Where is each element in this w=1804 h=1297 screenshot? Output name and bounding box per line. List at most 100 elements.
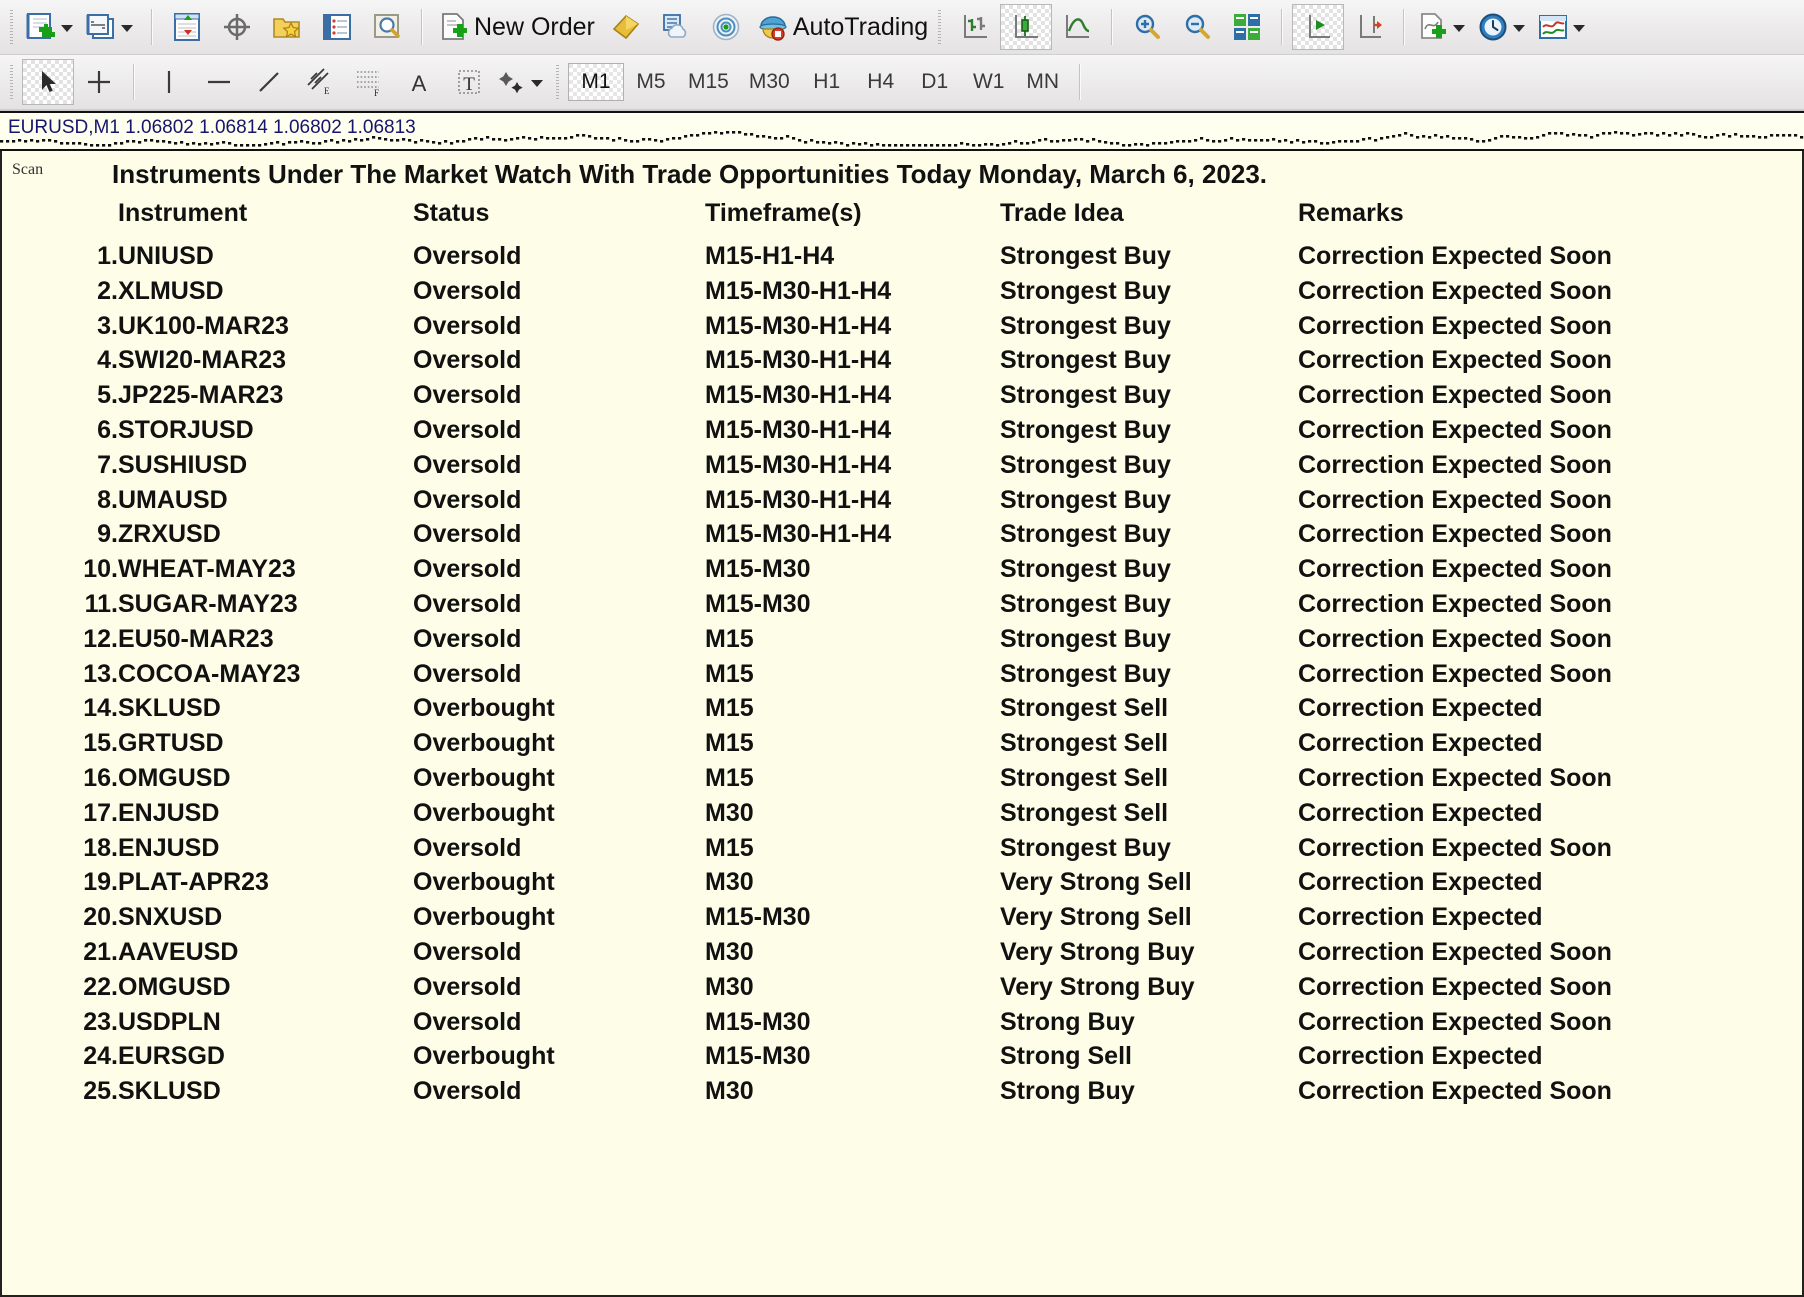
new-chart-button[interactable] [22,5,82,49]
periods-button[interactable] [1474,5,1534,49]
table-row[interactable]: 9. ZRXUSD Oversold M15-M30-H1-H4 Strongest B… [62,517,1758,552]
table-row[interactable]: 1. UNIUSD Oversold M15-H1-H4 Strongest Buy Co… [62,239,1758,274]
opportunities-table: Instrument Status Timeframe(s) Trade Ide… [62,199,1758,1109]
timeframe-m1[interactable]: M1 [568,63,624,101]
autotrading-button[interactable]: AutoTrading [751,5,934,49]
table-row[interactable]: 13. COCOA-MAY23 Oversold M15 Strongest Buy Co… [62,657,1758,692]
timeframe-w1[interactable]: W1 [962,64,1016,100]
chevron-down-icon[interactable] [61,25,73,32]
chevron-down-icon[interactable] [1573,25,1586,32]
chevron-down-icon[interactable] [1453,25,1466,32]
zoom-out-button[interactable] [1172,5,1222,49]
row-timeframes: M15 [705,729,754,758]
toolbar-grip[interactable] [936,10,945,44]
mql5-community-button[interactable] [651,5,701,49]
timeframe-mn[interactable]: MN [1016,64,1070,100]
zoom-in-button[interactable] [1122,5,1172,49]
tile-windows-button[interactable] [1222,5,1272,49]
table-row[interactable]: 23. USDPLN Oversold M15-M30 Strong Buy Correc… [62,1005,1758,1040]
templates-button[interactable] [1534,5,1594,49]
new-chart-icon [25,11,57,43]
row-trade-idea: Strongest Sell [1000,763,1169,792]
crosshair-tool[interactable] [74,60,124,104]
toolbar-grip[interactable] [8,65,16,99]
auto-scroll-button[interactable] [1292,4,1345,50]
toolbar-separator [1111,9,1114,45]
vertical-line-tool[interactable] [144,60,194,104]
trendline-tool[interactable] [244,60,294,104]
table-row[interactable]: 21. AAVEUSD Oversold M30 Very Strong Buy Corr… [62,935,1758,970]
row-remarks: Correction Expected Soon [1298,381,1612,410]
chart-strip[interactable]: EURUSD,M1 1.06802 1.06814 1.06802 1.0681… [0,111,1804,151]
table-row[interactable]: 24. EURSGD Overbought M15-M30 Strong Sell Cor… [62,1039,1758,1074]
fibonacci-retracement-tool[interactable]: F [344,60,394,104]
market-watch-button[interactable] [162,5,212,49]
table-row[interactable]: 17. ENJUSD Overbought M30 Strongest Sell Corr… [62,796,1758,831]
horizontal-line-tool[interactable] [194,60,244,104]
table-row[interactable]: 19. PLAT-APR23 Overbought M30 Very Strong Se… [62,865,1758,900]
table-row[interactable]: 16. OMGUSD Overbought M15 Strongest Sell Corr… [62,761,1758,796]
terminal-button[interactable] [312,5,362,49]
timeframe-m30[interactable]: M30 [739,64,800,100]
table-row[interactable]: 4. SWI20-MAR23 Oversold M15-M30-H1-H4 Strong… [62,343,1758,378]
row-instrument: ENJUSD [118,833,220,862]
strategy-tester-button[interactable] [362,5,412,49]
toolbar-grip[interactable] [8,10,16,44]
row-status: Oversold [413,1007,522,1036]
table-row[interactable]: 8. UMAUSD Oversold M15-M30-H1-H4 Strongest B… [62,483,1758,518]
data-window-button[interactable] [212,5,262,49]
shapes-tool[interactable] [494,60,552,104]
table-row[interactable]: 15. GRTUSD Overbought M15 Strongest Sell Corr… [62,726,1758,761]
indicators-button[interactable] [1414,5,1474,49]
row-remarks: Correction Expected Soon [1298,972,1612,1001]
bar-chart-button[interactable] [950,5,1000,49]
row-trade-idea: Strongest Sell [1000,798,1169,827]
row-remarks: Correction Expected Soon [1298,624,1612,653]
timeframe-h1[interactable]: H1 [800,64,854,100]
row-remarks: Correction Expected [1298,798,1543,827]
navigator-button[interactable] [262,5,312,49]
chevron-down-icon[interactable] [121,25,133,32]
timeframe-d1[interactable]: D1 [908,64,962,100]
signals-button[interactable] [701,5,751,49]
timeframe-m15[interactable]: M15 [678,64,739,100]
chart-shift-button[interactable] [1344,5,1394,49]
table-row[interactable]: 3. UK100-MAR23 Oversold M15-M30-H1-H4 Strong… [62,309,1758,344]
table-row[interactable]: 10. WHEAT-MAY23 Oversold M15-M30 Strongest B… [62,552,1758,587]
table-row[interactable]: 11. SUGAR-MAY23 Oversold M15-M30 Strongest B… [62,587,1758,622]
table-row[interactable]: 5. JP225-MAR23 Oversold M15-M30-H1-H4 Strong… [62,378,1758,413]
table-row[interactable]: 20. SNXUSD Overbought M15-M30 Very Strong Se… [62,900,1758,935]
scan-panel: Scan Instruments Under The Market Watch … [0,151,1804,1297]
col-header-status: Status [413,199,490,227]
table-row[interactable]: 12. EU50-MAR23 Oversold M15 Strongest Buy Cor… [62,622,1758,657]
equidistant-channel-tool[interactable]: E [294,60,344,104]
chevron-down-icon[interactable] [531,80,543,87]
tester-magnifier-icon [371,11,403,43]
text-tool[interactable]: A [394,60,444,104]
cursor-tool[interactable] [22,59,74,105]
text-label-tool[interactable]: T [444,60,494,104]
table-row[interactable]: 22. OMGUSD Oversold M30 Very Strong Buy Corre… [62,970,1758,1005]
chart-profiles-button[interactable] [82,5,142,49]
table-row[interactable]: 6. STORJUSD Oversold M15-M30-H1-H4 Strongest… [62,413,1758,448]
timeframe-m5[interactable]: M5 [624,64,678,100]
toolbar-separator [1078,64,1081,100]
row-index: 4. [97,346,118,375]
tools-toolbar: E F A T M1 M5 M15 M30 H1 H4 D1 W1 MN [0,55,1804,110]
table-row[interactable]: 18. ENJUSD Oversold M15 Strongest Buy Correct… [62,831,1758,866]
table-row[interactable]: 2. XLMUSD Oversold M15-M30-H1-H4 Strongest B… [62,274,1758,309]
autotrading-label: AutoTrading [792,12,929,41]
toolbar-grip[interactable] [554,65,562,99]
metaeditor-button[interactable] [601,5,651,49]
table-row[interactable]: 7. SUSHIUSD Oversold M15-M30-H1-H4 Strongest… [62,448,1758,483]
candlestick-chart-button[interactable] [1000,4,1053,50]
chevron-down-icon[interactable] [1513,25,1526,32]
line-chart-button[interactable] [1052,5,1102,49]
timeframe-h4[interactable]: H4 [854,64,908,100]
table-row[interactable]: 14. SKLUSD Overbought M15 Strongest Sell Corr… [62,691,1758,726]
row-index: 8. [97,485,118,514]
row-timeframes: M15-M30 [705,1042,811,1071]
shapes-icon [497,67,527,97]
table-row[interactable]: 25. SKLUSD Oversold M30 Strong Buy Correction… [62,1074,1758,1109]
new-order-button[interactable]: New Order [432,5,601,49]
